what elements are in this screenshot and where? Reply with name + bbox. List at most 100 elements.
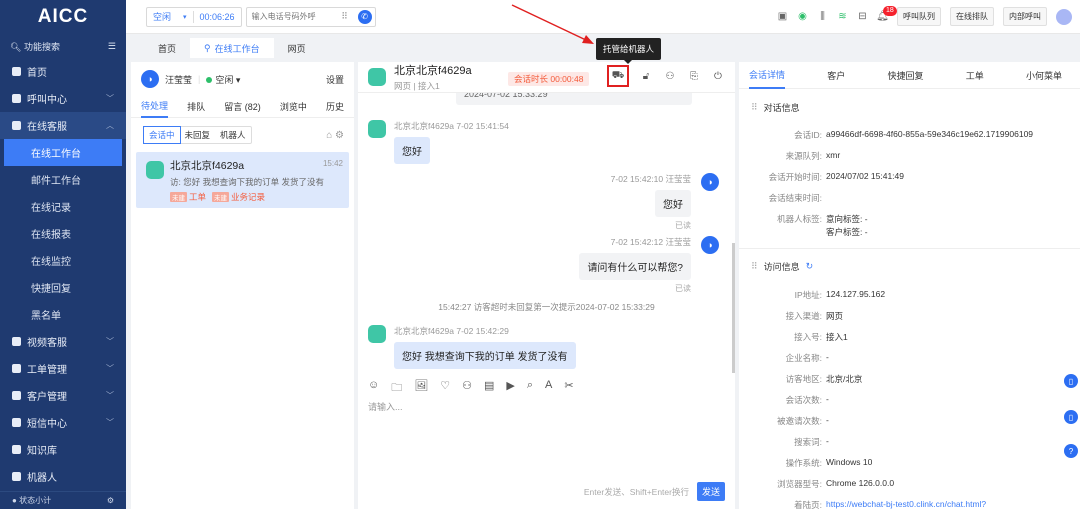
call-button[interactable]: ✆ [357, 9, 372, 24]
sidebar-sub-online-workbench[interactable]: 在线工作台 [4, 139, 122, 166]
tab-messages[interactable]: 留言 (82) [224, 96, 261, 118]
field-value: 接入1 [826, 332, 848, 342]
invite-icon[interactable]: ⎘ [687, 69, 701, 83]
message-input[interactable]: 请输入... [368, 400, 403, 413]
tab-home[interactable]: 首页 [144, 38, 190, 58]
sidebar-item-online-service[interactable]: 在线客服 ︿ [0, 112, 126, 139]
message-list: 2024-07-02 15:33:29 北京北京f4629a 7-02 15:4… [358, 93, 735, 373]
tab-custom-menu[interactable]: 小何菜单 [1026, 62, 1062, 89]
tab-customer[interactable]: 客户 [827, 62, 845, 89]
headset-icon[interactable]: ◉ [797, 11, 808, 22]
tab-queue[interactable]: 排队 [187, 96, 205, 118]
calendar-icon[interactable]: ▤ [484, 379, 494, 398]
visitor-avatar [368, 120, 386, 138]
settings-icon[interactable]: ⚙ [335, 130, 344, 141]
tab-ticket[interactable]: 工单 [966, 62, 984, 89]
tab-history[interactable]: 历史 [326, 96, 344, 118]
sidebar-item-home[interactable]: 首页 [0, 58, 126, 85]
sidebar-sub-online-reports[interactable]: 在线报表 [0, 220, 126, 247]
font-icon[interactable]: A [545, 379, 552, 398]
transfer-user-icon[interactable]: ⚇ [663, 69, 677, 83]
sidebar-item-call-center[interactable]: 呼叫中心 ﹀ [0, 85, 126, 112]
folder-icon[interactable]: 🗀 [391, 379, 402, 398]
agent-status-dropdown[interactable]: 空闲 ▾ [206, 73, 240, 86]
unlock-icon[interactable]: 🔓︎ [639, 69, 653, 83]
call-queue-button[interactable]: 呼叫队列 [897, 7, 941, 26]
filter-in-session[interactable]: 会话中 [143, 126, 181, 144]
scissors-icon[interactable]: ✂ [564, 379, 573, 398]
help-icon[interactable]: ? [1064, 444, 1078, 458]
collapse-menu-icon[interactable]: ☰ [108, 41, 116, 52]
sidebar-sub-quick-reply[interactable]: 快捷回复 [0, 274, 126, 301]
signal-bars-icon[interactable]: ⫼ [817, 11, 828, 22]
agent-status-select[interactable]: 空闲 ▾ 00:06:26 [146, 6, 242, 27]
bookmark-icon[interactable]: ▯ [1064, 410, 1078, 424]
screen-icon[interactable]: ▣ [777, 11, 788, 22]
sidebar-item-sms[interactable]: 短信中心 ﹀ [0, 409, 126, 436]
image-icon[interactable]: 🖼︎ [414, 379, 428, 398]
field-value: 网页 [826, 311, 844, 321]
status-dot-icon [206, 76, 213, 83]
evaluation-icon[interactable]: ♡ [440, 379, 450, 398]
status-summary[interactable]: ● 状态小计 ⚙ [0, 491, 126, 509]
field-value: - [826, 436, 829, 446]
agent-status-value: 空闲 [153, 12, 172, 22]
home-icon [12, 67, 21, 76]
sidebar-item-customers[interactable]: 客户管理 ﹀ [0, 382, 126, 409]
sidebar-sub-online-records[interactable]: 在线记录 [0, 193, 126, 220]
field-value: - [826, 394, 829, 404]
field-label [739, 226, 822, 238]
dialpad-icon[interactable]: ⠿ [341, 11, 348, 22]
tab-browsing[interactable]: 浏览中 [280, 96, 307, 118]
tab-pending[interactable]: 待处理 [141, 96, 169, 118]
sidebar-item-label: 客户管理 [27, 392, 67, 403]
chat-header: 北京北京f4629a 网页 | 接入1 会话时长 00:00:48 ⛟ 🔓︎ ⚇… [358, 38, 735, 93]
bell-icon[interactable]: 🔔︎ 18 [876, 6, 897, 22]
refresh-icon[interactable]: ↻ [806, 261, 814, 272]
transfer-icon[interactable]: ⚇ [462, 379, 472, 398]
ticket-tag[interactable]: 未建 工单 [170, 191, 206, 203]
sidebar-sub-blacklist[interactable]: 黑名单 [0, 301, 126, 328]
send-button[interactable]: 发送 [696, 482, 725, 501]
gear-icon[interactable]: ⚙ [107, 496, 114, 505]
sidebar-item-video[interactable]: 视频客服 ﹀ [0, 328, 126, 355]
field-value[interactable]: https://webchat-bj-test0.clink.cn/chat.h… [822, 499, 986, 509]
visitor-avatar [368, 325, 386, 343]
filter-robot[interactable]: 机器人 [215, 127, 251, 143]
sidebar-sub-online-monitor[interactable]: 在线监控 [0, 247, 126, 274]
outbound-dial-box: ⠿ ✆ [245, 6, 376, 27]
tab-quick-reply[interactable]: 快捷回复 [887, 62, 923, 89]
sidebar-item-robot[interactable]: 机器人 [0, 463, 126, 490]
feature-search[interactable]: 🔍︎ 功能搜索 ☰ [0, 34, 126, 58]
power-icon[interactable]: ⏻ [711, 69, 725, 83]
pin-icon: ⚲ [204, 42, 211, 53]
minus-box-icon[interactable]: ⊟ [857, 11, 868, 22]
session-preview: 访: 您好 我想查询下我的订单 发货了没有 [170, 177, 324, 187]
status-dot-icon: ● [12, 496, 17, 505]
phone-number-input[interactable] [251, 12, 332, 21]
sidebar-sub-email-workbench[interactable]: 邮件工作台 [0, 166, 126, 193]
toolbox-icon[interactable]: ⌂ [326, 130, 332, 141]
tab-webpage[interactable]: 网页 [274, 38, 320, 58]
user-avatar[interactable] [1056, 8, 1072, 25]
chevron-down-icon: ﹀ [106, 391, 114, 400]
tab-online-workbench[interactable]: ⚲ 在线工作台 [190, 38, 274, 58]
wifi-icon[interactable]: ≋ [837, 11, 848, 22]
tab-session-details[interactable]: 会话详情 [749, 62, 786, 89]
transfer-to-robot-icon[interactable]: ⛟ [607, 65, 629, 87]
internal-call-button[interactable]: 内部呼叫 [1003, 7, 1047, 26]
bookmark-icon[interactable]: ▯ [1064, 374, 1078, 388]
session-item[interactable]: 北京北京f4629a 15:42 访: 您好 我想查询下我的订单 发货了没有 未… [136, 152, 349, 208]
online-queue-button[interactable]: 在线排队 [950, 7, 994, 26]
sidebar-item-knowledge[interactable]: 知识库 [0, 436, 126, 463]
search-kb-icon[interactable]: ⌕ [527, 379, 533, 398]
video-icon[interactable]: ▶ [506, 379, 514, 398]
business-record-tag[interactable]: 未建 业务记录 [212, 191, 265, 203]
emoji-icon[interactable]: ☺ [368, 379, 379, 398]
session-visitor-name: 北京北京f4629a [170, 160, 245, 172]
field-label: 会话次数: [785, 395, 822, 405]
sidebar-item-tickets[interactable]: 工单管理 ﹀ [0, 355, 126, 382]
settings-link[interactable]: 设置 [326, 73, 344, 86]
filter-unreplied[interactable]: 未回复 [180, 127, 216, 143]
scrollbar[interactable] [732, 243, 735, 373]
